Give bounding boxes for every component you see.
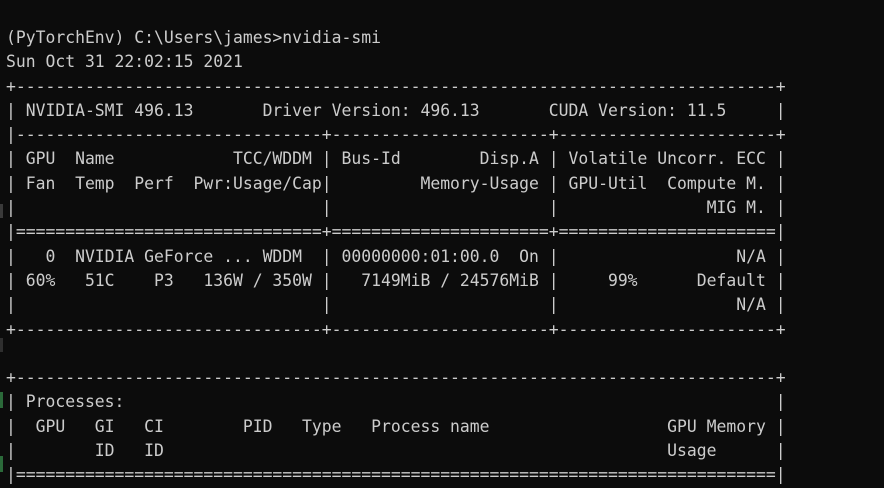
version-header-row: | NVIDIA-SMI 496.13 Driver Version: 496.… bbox=[6, 100, 786, 120]
table-double-separator: |===============================+=======… bbox=[6, 222, 786, 242]
background-window-edge bbox=[0, 338, 3, 352]
command-prompt-line: (PyTorchEnv) C:\Users\james>nvidia-smi bbox=[6, 28, 381, 47]
table-separator: |-------------------------------+-------… bbox=[6, 125, 786, 145]
processes-title-row: | Processes: | bbox=[6, 392, 786, 412]
gpu-row-2: | 60% 51C P3 136W / 350W | 7149MiB / 245… bbox=[6, 270, 786, 290]
gpu-row-3: | | | N/A | bbox=[6, 295, 786, 315]
table-border-top: +---------------------------------------… bbox=[6, 76, 786, 96]
gpu-row-1: | 0 NVIDIA GeForce ... WDDM | 00000000:0… bbox=[6, 246, 786, 266]
background-window-edge bbox=[0, 204, 3, 218]
background-window-edge bbox=[0, 456, 3, 472]
console-output: (PyTorchEnv) C:\Users\james>nvidia-smi Su… bbox=[6, 26, 786, 488]
gpu-header-row-3: | | | MIG M. | bbox=[6, 198, 786, 218]
timestamp-line: Sun Oct 31 22:02:15 2021 bbox=[6, 52, 243, 72]
processes-double-separator: |=======================================… bbox=[6, 465, 786, 485]
gpu-header-row-1: | GPU Name TCC/WDDM | Bus-Id Disp.A | Vo… bbox=[6, 149, 786, 169]
terminal-window[interactable]: (PyTorchEnv) C:\Users\james>nvidia-smi Su… bbox=[0, 0, 884, 484]
background-window-edge bbox=[0, 392, 3, 408]
processes-header-row-1: | GPU GI CI PID Type Process name GPU Me… bbox=[6, 416, 786, 436]
table-border-bottom: +-------------------------------+-------… bbox=[6, 319, 786, 339]
processes-header-row-2: | ID ID Usage | bbox=[6, 441, 786, 461]
gpu-header-row-2: | Fan Temp Perf Pwr:Usage/Cap| Memory-Us… bbox=[6, 173, 786, 193]
processes-border-top: +---------------------------------------… bbox=[6, 368, 786, 388]
